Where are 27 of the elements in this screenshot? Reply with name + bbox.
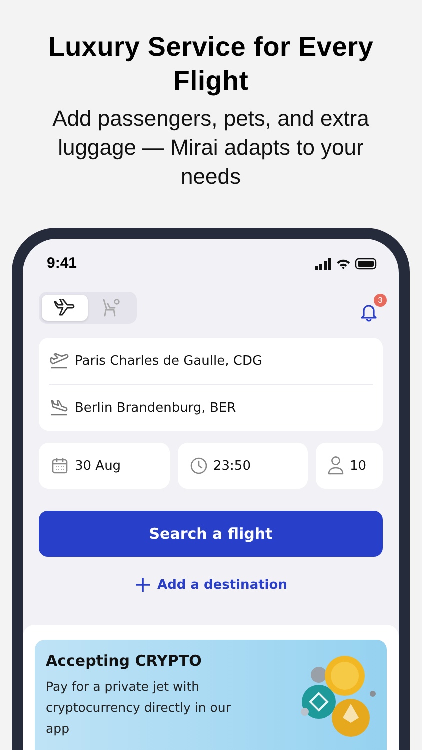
passengers-field[interactable]: 10 [316, 443, 383, 489]
wifi-icon [336, 258, 351, 270]
time-field[interactable]: 23:50 [178, 443, 308, 489]
departure-field[interactable]: Paris Charles de Gaulle, CDG [75, 354, 263, 368]
promo-text: Pay for a private jet with cryptocurrency directly in our app [46, 678, 232, 738]
calendar-icon [51, 457, 69, 475]
plane-icon [54, 299, 76, 317]
plus-icon [134, 577, 151, 593]
battery-icon [355, 258, 377, 270]
seat-icon [101, 298, 121, 318]
person-icon [328, 456, 344, 476]
headline: Luxury Service for Every Flight [47, 31, 375, 98]
date-field[interactable]: 30 Aug [39, 443, 170, 489]
bell-icon [359, 302, 379, 322]
landing-icon [49, 399, 69, 417]
arrival-field[interactable]: Berlin Brandenburg, BER [75, 400, 236, 416]
plane-tab[interactable] [42, 295, 88, 321]
promo-card[interactable]: Accepting CRYPTO Pay for a private jet with cryptocurrency directly in our app [35, 640, 387, 750]
clock-icon [190, 457, 208, 475]
status-time: 9:41 [47, 255, 78, 272]
search-button[interactable]: Search a flight [39, 511, 383, 557]
promo-title: Accepting CRYPTO [46, 652, 203, 670]
notification-badge: 3 [374, 294, 387, 307]
subheadline: Add passengers, pets, and extra luggage — Mirai adapts to your needs [52, 105, 370, 191]
add-destination-link[interactable]: Add a destination [134, 577, 288, 593]
takeoff-icon [49, 352, 69, 370]
signal-icon [315, 258, 332, 270]
